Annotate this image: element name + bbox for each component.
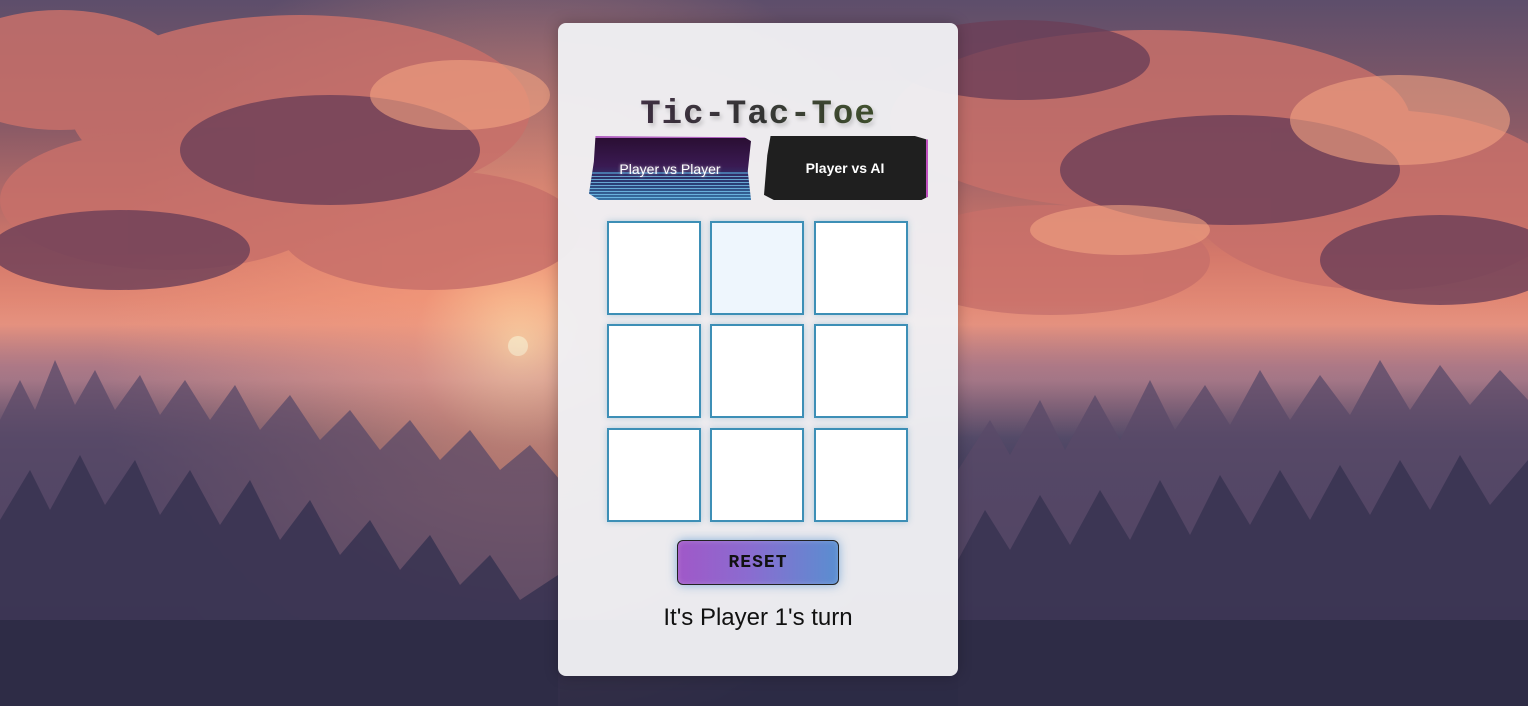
board-cell-9[interactable] (814, 428, 908, 522)
game-panel: Tic-Tac-Toe Player vs Player Player vs A… (558, 23, 958, 676)
reset-button[interactable]: RESET (677, 540, 839, 585)
board-cell-8[interactable] (710, 428, 804, 522)
turn-status: It's Player 1's turn (663, 604, 853, 631)
mode-player-vs-player-button[interactable]: Player vs Player (589, 136, 751, 200)
board-cell-2[interactable] (710, 221, 804, 315)
game-title: Tic-Tac-Toe (558, 95, 958, 135)
retro-stripes-decoration (589, 176, 751, 200)
mode-player-vs-ai-button[interactable]: Player vs AI (764, 136, 928, 200)
board-cell-5[interactable] (710, 324, 804, 418)
board-cell-1[interactable] (607, 221, 701, 315)
board-cell-6[interactable] (814, 324, 908, 418)
game-board (607, 221, 909, 523)
board-cell-7[interactable] (607, 428, 701, 522)
mode-player-vs-ai-label: Player vs AI (805, 160, 885, 176)
mode-player-vs-player-label: Player vs Player (619, 161, 721, 177)
board-cell-3[interactable] (814, 221, 908, 315)
board-cell-4[interactable] (607, 324, 701, 418)
